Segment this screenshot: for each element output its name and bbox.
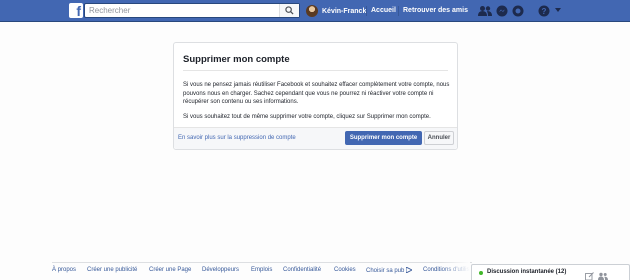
delete-account-button[interactable]: Supprimer mon compte	[345, 131, 422, 145]
adchoices-icon	[405, 266, 414, 274]
search-box	[84, 3, 300, 18]
nav-divider	[398, 6, 399, 16]
online-status-dot	[479, 271, 483, 275]
footer-link-cookies[interactable]: Cookies	[334, 267, 356, 273]
dialog-paragraph-1: Si vous ne pensez jamais réutiliser Face…	[183, 82, 450, 105]
search-button[interactable]	[279, 4, 299, 17]
search-icon	[285, 6, 294, 15]
avatar	[306, 5, 318, 17]
top-navigation-bar: f Kévin-Franck Accueil Retrouver des ami…	[0, 0, 630, 22]
footer-fade	[440, 262, 470, 280]
learn-more-link[interactable]: En savoir plus sur la suppression de com…	[178, 135, 296, 141]
footer-link-privacy[interactable]: Confidentialité	[283, 267, 321, 273]
home-link[interactable]: Accueil	[371, 7, 396, 14]
footer-link-developers[interactable]: Développeurs	[202, 267, 239, 273]
search-input[interactable]	[85, 4, 281, 17]
delete-account-dialog: Supprimer mon compte Si vous ne pensez j…	[173, 42, 458, 150]
notifications-icon[interactable]	[512, 5, 524, 17]
footer-link-adchoices[interactable]: Choisir sa pub	[366, 266, 414, 274]
footer-link-jobs[interactable]: Emplois	[251, 267, 272, 273]
dialog-body: Si vous ne pensez jamais réutiliser Face…	[183, 81, 451, 127]
chat-bar[interactable]: Discussion instantanée (12)	[471, 264, 630, 280]
profile-name: Kévin-Franck	[322, 7, 367, 15]
chat-label: Discussion instantanée (12)	[487, 269, 567, 275]
find-friends-link[interactable]: Retrouver des amis	[403, 7, 468, 14]
help-icon[interactable]: ?	[538, 5, 550, 17]
dialog-divider	[183, 70, 448, 71]
footer-link-adchoices-label: Choisir sa pub	[366, 268, 405, 274]
facebook-logo[interactable]: f	[69, 3, 83, 18]
nav-divider	[366, 6, 367, 16]
footer-link-about[interactable]: À propos	[52, 267, 76, 273]
dialog-title: Supprimer mon compte	[183, 54, 290, 65]
footer-link-create-ad[interactable]: Créer une publicité	[87, 267, 137, 273]
messages-icon[interactable]	[496, 5, 508, 17]
dialog-footer: En savoir plus sur la suppression de com…	[174, 127, 457, 149]
chevron-down-icon[interactable]	[555, 8, 567, 20]
footer-link-create-page[interactable]: Créer une Page	[149, 267, 191, 273]
dialog-paragraph-2: Si vous souhaitez tout de même supprimer…	[183, 113, 431, 120]
footer-divider	[52, 262, 472, 263]
svg-text:?: ?	[542, 7, 547, 16]
friends-list-icon[interactable]	[598, 268, 608, 280]
profile-link[interactable]: Kévin-Franck	[306, 5, 366, 17]
cancel-button[interactable]: Annuler	[424, 131, 454, 145]
friend-requests-icon[interactable]	[478, 5, 492, 17]
compose-icon[interactable]	[585, 268, 594, 280]
